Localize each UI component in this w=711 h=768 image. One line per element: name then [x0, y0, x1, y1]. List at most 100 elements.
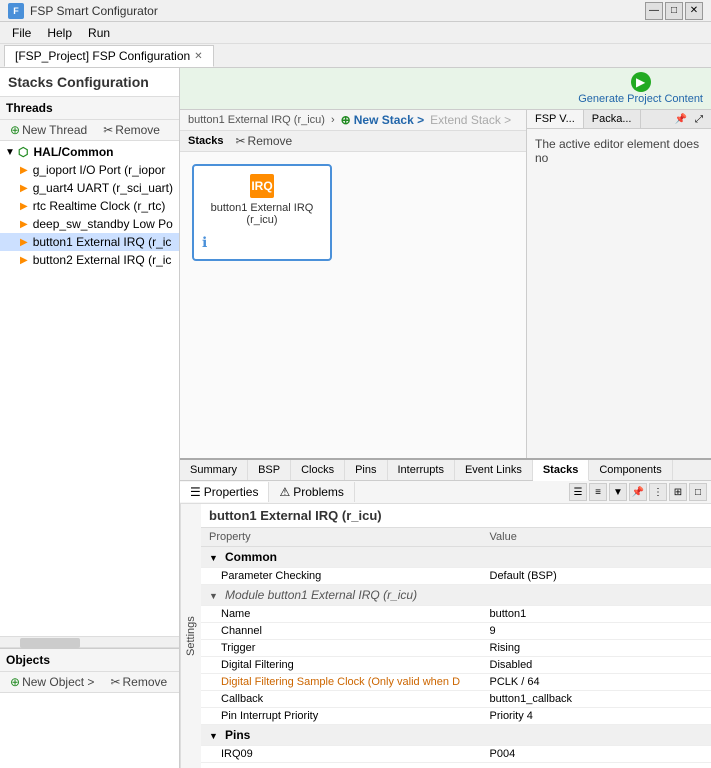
main-tab[interactable]: [FSP_Project] FSP Configuration ✕ [4, 45, 214, 67]
table-header-row: Property Value [201, 528, 711, 547]
val-pin-interrupt-priority: Priority 4 [482, 708, 711, 725]
prop-name: Name [201, 606, 482, 623]
title-bar-text: FSP Smart Configurator [30, 4, 158, 18]
bottom-toolbar-icons: ☰ ≡ ▼ 📌 ⋮ ⊞ □ [565, 481, 711, 503]
tree-item-deep-sw[interactable]: ▶ deep_sw_standby Low Po [0, 215, 179, 233]
filter-icon-btn[interactable]: ☰ [569, 483, 587, 501]
menu-help[interactable]: Help [39, 24, 80, 42]
bottom-sub-tabs: ☰ Properties ⚠ Problems [180, 482, 355, 502]
row-trigger: Trigger Rising [201, 640, 711, 657]
tree-item-label: rtc Realtime Clock (r_rtc) [33, 199, 166, 213]
new-object-button[interactable]: ⊕ New Object > [6, 674, 98, 690]
group-label-module: Module button1 External IRQ (r_icu) [225, 588, 417, 602]
sub-tab-properties[interactable]: ☰ Properties [180, 482, 269, 502]
prop-irq09: IRQ09 [201, 746, 482, 763]
page-title: Stacks Configuration [8, 74, 149, 90]
remove-icon: ✂ [235, 134, 245, 148]
grid-icon-btn[interactable]: ⊞ [669, 483, 687, 501]
tab-pins[interactable]: Pins [345, 460, 387, 480]
tree-item-label: g_ioport I/O Port (r_iopor [33, 163, 166, 177]
tab-bsp[interactable]: BSP [248, 460, 291, 480]
filter2-icon-btn[interactable]: ▼ [609, 483, 627, 501]
tree-item-g-ioport[interactable]: ▶ g_ioport I/O Port (r_iopor [0, 161, 179, 179]
maximize-icon-btn[interactable]: □ [689, 483, 707, 501]
stacks-remove-button[interactable]: ✂ Remove [231, 133, 296, 149]
tree-item-button2[interactable]: ▶ button2 External IRQ (r_ic [0, 251, 179, 269]
row-parameter-checking: Parameter Checking Default (BSP) [201, 568, 711, 585]
val-callback: button1_callback [482, 691, 711, 708]
tab-components[interactable]: Components [589, 460, 672, 480]
leaf-icon: ▶ [20, 165, 28, 176]
objects-remove-button[interactable]: ✂ Remove [106, 674, 171, 690]
objects-section: Objects ⊕ New Object > ✂ Remove [0, 648, 179, 768]
group-icon: ⬡ [18, 145, 28, 159]
group-module: ▼ Module button1 External IRQ (r_icu) [201, 585, 711, 606]
page-title-section: Stacks Configuration [0, 68, 179, 97]
collapse-icon-pins[interactable]: ▼ [209, 731, 218, 741]
group-label-pins: Pins [225, 728, 250, 742]
tree-item-rtc[interactable]: ▶ rtc Realtime Clock (r_rtc) [0, 197, 179, 215]
new-thread-button[interactable]: ⊕ New Thread [6, 122, 91, 138]
breadcrumb-separator: › [331, 114, 335, 126]
stack-node-info: ℹ [202, 234, 322, 251]
properties-table-body: ▼ Common Parameter Checking Default (BSP… [201, 547, 711, 768]
stack-node[interactable]: IRQ button1 External IRQ (r_icu) ℹ [192, 164, 332, 261]
tab-interrupts[interactable]: Interrupts [388, 460, 455, 480]
pin2-icon-btn[interactable]: 📌 [629, 483, 647, 501]
horizontal-scrollbar[interactable] [0, 636, 179, 648]
collapse-icon-module[interactable]: ▼ [209, 591, 218, 601]
prop-pin-interrupt-priority: Pin Interrupt Priority [201, 708, 482, 725]
tab-clocks[interactable]: Clocks [291, 460, 345, 480]
scrollbar-thumb [20, 638, 80, 648]
menu-run[interactable]: Run [80, 24, 118, 42]
leaf-icon: ▶ [20, 183, 28, 194]
prop-channel: Channel [201, 623, 482, 640]
collapse-icon-common[interactable]: ▼ [209, 553, 218, 563]
col-value: Value [482, 528, 711, 547]
sub-tab-problems[interactable]: ⚠ Problems [269, 482, 354, 502]
tab-event-links[interactable]: Event Links [455, 460, 533, 480]
threads-label: Threads [6, 101, 53, 115]
threads-remove-button[interactable]: ✂ Remove [99, 122, 164, 138]
group-label-common: Common [225, 550, 277, 564]
title-bar-left: F FSP Smart Configurator [8, 3, 158, 19]
tree-item-label: deep_sw_standby Low Po [33, 217, 173, 231]
leaf-icon: ▶ [20, 219, 28, 230]
new-object-label: New Object > [22, 675, 94, 689]
info-icon[interactable]: ℹ [202, 234, 207, 250]
dots-icon-btn[interactable]: ⋮ [649, 483, 667, 501]
generate-project-button[interactable]: ▶ Generate Project Content [578, 72, 703, 105]
tab-summary[interactable]: Summary [180, 460, 248, 480]
tab-stacks[interactable]: Stacks [533, 460, 589, 481]
stacks-sub-toolbar: Stacks ✂ Remove [180, 131, 526, 152]
row-irq09: IRQ09 P004 [201, 746, 711, 763]
new-stack-button[interactable]: ⊕ New Stack > [341, 113, 425, 127]
stack-node-title: button1 External IRQ (r_icu) [202, 202, 322, 226]
right-tab-fsp[interactable]: FSP V... [527, 110, 584, 128]
tab-close-icon[interactable]: ✕ [194, 51, 202, 62]
menu-file[interactable]: File [4, 24, 39, 42]
problems-label: Problems [293, 485, 344, 499]
stack-node-icon-label: IRQ [251, 179, 272, 193]
settings-label: Settings [180, 504, 201, 768]
tree-item-g-uart4[interactable]: ▶ g_uart4 UART (r_sci_uart) [0, 179, 179, 197]
properties-icon: ☰ [190, 485, 201, 499]
right-panel-expand-icon[interactable]: ⤢ [691, 111, 707, 127]
objects-header: Objects [0, 649, 179, 672]
tree-item-hal-common[interactable]: ▼ ⬡ HAL/Common [0, 143, 179, 161]
row-pin-interrupt-priority: Pin Interrupt Priority Priority 4 [201, 708, 711, 725]
minimize-button[interactable]: — [645, 2, 663, 20]
right-tab-packa[interactable]: Packa... [584, 110, 641, 128]
row-channel: Channel 9 [201, 623, 711, 640]
list-icon-btn[interactable]: ≡ [589, 483, 607, 501]
col-property: Property [201, 528, 482, 547]
val-name: button1 [482, 606, 711, 623]
maximize-button[interactable]: □ [665, 2, 683, 20]
stack-node-icon: IRQ [250, 174, 274, 198]
tree-item-button1[interactable]: ▶ button1 External IRQ (r_ic [0, 233, 179, 251]
title-bar-controls: — □ ✕ [645, 2, 703, 20]
close-button[interactable]: ✕ [685, 2, 703, 20]
bottom-sub-toolbar: ☰ Properties ⚠ Problems ☰ ≡ ▼ 📌 ⋮ ⊞ □ [180, 481, 711, 504]
stacks-panel: button1 External IRQ (r_icu) › ⊕ New Sta… [180, 110, 526, 458]
right-panel-pin-icon[interactable]: 📌 [673, 111, 689, 127]
